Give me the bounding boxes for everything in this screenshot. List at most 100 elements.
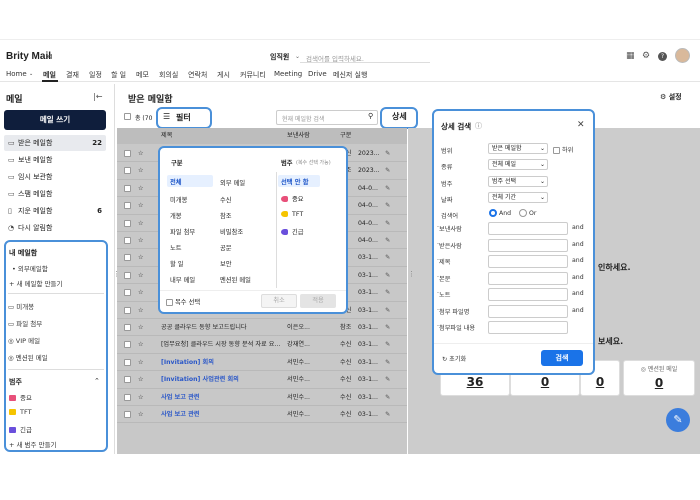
and-radio[interactable]: And bbox=[489, 209, 511, 217]
row-checkbox[interactable] bbox=[124, 254, 131, 262]
notice-icon[interactable]: ⊲ bbox=[46, 52, 53, 61]
filter-option-received[interactable]: 수신 bbox=[220, 195, 232, 204]
add-mailbox-button[interactable]: + 새 메일함 만들기 bbox=[9, 278, 63, 288]
sidebar-item-attachment[interactable]: ▭ 파일 첨부 bbox=[8, 318, 42, 328]
table-row[interactable]: ☆ 사업 보고 관련 서민수... 수신 03-1... ✎ bbox=[117, 406, 407, 424]
category-item-urgent[interactable]: 긴급 bbox=[9, 424, 32, 434]
nav-calendar[interactable]: 일정 bbox=[89, 70, 102, 80]
category-option-none[interactable]: 선택 안 함 bbox=[278, 175, 320, 187]
field-input[interactable] bbox=[488, 238, 568, 252]
nav-memo[interactable]: 메모 bbox=[136, 70, 149, 80]
add-category-button[interactable]: + 새 범주 만들기 bbox=[9, 439, 57, 449]
star-icon[interactable]: ☆ bbox=[138, 197, 144, 214]
field-input[interactable] bbox=[488, 271, 568, 285]
nav-home[interactable]: Home bbox=[6, 70, 27, 78]
nav-mail[interactable]: 메일 bbox=[43, 70, 56, 80]
star-icon[interactable]: ☆ bbox=[138, 336, 144, 353]
star-icon[interactable]: ☆ bbox=[138, 180, 144, 197]
pin-icon[interactable]: ✎ bbox=[385, 180, 390, 197]
star-icon[interactable]: ☆ bbox=[138, 284, 144, 301]
star-icon[interactable]: ☆ bbox=[138, 232, 144, 249]
gear-icon[interactable]: ⚙ bbox=[642, 51, 650, 61]
table-row[interactable]: ☆ 사업 보고 관련 서민수... 수신 03-1... ✎ bbox=[117, 388, 407, 406]
star-icon[interactable]: ☆ bbox=[138, 389, 144, 406]
or-radio[interactable]: Or bbox=[519, 209, 536, 217]
pin-icon[interactable]: ✎ bbox=[385, 249, 390, 266]
chevron-up-icon[interactable]: ⌃ bbox=[94, 377, 100, 385]
kind-select[interactable]: 전체 메일 bbox=[488, 159, 548, 170]
row-checkbox[interactable] bbox=[124, 358, 131, 366]
nav-todo[interactable]: 할 일 bbox=[111, 70, 126, 80]
category-option-urgent[interactable]: 긴급 bbox=[281, 227, 304, 236]
star-icon[interactable]: ☆ bbox=[138, 319, 144, 336]
sidebar-item-sent[interactable]: ▭ 보낸 메일함 bbox=[4, 152, 106, 168]
pin-icon[interactable]: ✎ bbox=[385, 336, 390, 353]
table-row[interactable]: ☆ 공공 클라우드 동향 보고드립니다 이은오... 참조 03-1... ✎ bbox=[117, 319, 407, 337]
compose-button[interactable]: 메일 쓰기 bbox=[4, 110, 106, 130]
pin-icon[interactable]: ✎ bbox=[385, 389, 390, 406]
row-checkbox[interactable] bbox=[124, 411, 131, 418]
row-checkbox[interactable] bbox=[124, 237, 131, 244]
category-item-important[interactable]: 중요 bbox=[9, 392, 32, 402]
reset-button[interactable]: ↻ 초기화 bbox=[442, 354, 466, 363]
pin-icon[interactable]: ✎ bbox=[385, 145, 390, 162]
nav-meeting[interactable]: Meeting bbox=[274, 70, 302, 78]
select-all-checkbox[interactable] bbox=[124, 113, 131, 122]
sidebar-item-unread[interactable]: ▭ 미개봉 bbox=[8, 301, 34, 311]
field-input[interactable] bbox=[488, 321, 568, 334]
sidebar-item-spam[interactable]: ▭ 스팸 메일함 bbox=[4, 186, 106, 202]
stat-card[interactable]: ◎ 멘션된 메일 0 bbox=[623, 360, 695, 396]
filter-option-internal[interactable]: 내부 메일 bbox=[170, 275, 195, 284]
search-scope-select[interactable]: 임직원 bbox=[270, 52, 289, 62]
row-checkbox[interactable] bbox=[124, 271, 131, 279]
filter-option-secure[interactable]: 보안 bbox=[220, 259, 232, 268]
star-icon[interactable]: ☆ bbox=[138, 406, 144, 423]
table-row[interactable]: ☆ [Invitation] 사업관련 회의 서민수... 수신 03-1... ✎ bbox=[117, 371, 407, 389]
star-icon[interactable]: ☆ bbox=[138, 162, 144, 179]
nav-board[interactable]: 게시 bbox=[217, 70, 230, 80]
category-option-tft[interactable]: TFT bbox=[281, 211, 303, 218]
mailbox-search-input[interactable]: 현재 메일함 검색 bbox=[276, 110, 378, 125]
sidebar-item-reminder[interactable]: ◔ 다시 알림함 bbox=[4, 220, 106, 236]
collapse-sidebar-icon[interactable]: |← bbox=[93, 92, 102, 101]
table-row[interactable]: ☆ [업무요청] 클라우드 시장 동향 분석 자료 요... 강재연... 수신 03-… bbox=[117, 336, 407, 354]
filter-option-external[interactable]: 외부 메일 bbox=[220, 178, 245, 187]
row-checkbox[interactable] bbox=[124, 289, 131, 297]
row-checkbox[interactable] bbox=[124, 376, 131, 384]
settings-button[interactable]: ⚙ 설정 bbox=[660, 92, 682, 102]
nav-contacts[interactable]: 연락처 bbox=[188, 70, 207, 80]
pin-icon[interactable]: ✎ bbox=[385, 267, 390, 284]
row-checkbox[interactable] bbox=[124, 184, 131, 192]
nav-messenger[interactable]: 메신저 실행 bbox=[333, 70, 367, 80]
filter-apply-button[interactable]: 적용 bbox=[300, 294, 336, 308]
pin-icon[interactable]: ✎ bbox=[385, 302, 390, 319]
star-icon[interactable]: ☆ bbox=[138, 371, 144, 388]
pin-icon[interactable]: ✎ bbox=[385, 371, 390, 388]
quick-compose-button[interactable]: ✎ bbox=[666, 408, 690, 432]
avatar[interactable] bbox=[675, 48, 690, 63]
table-row[interactable]: ☆ [Invitation] 회의 서민수... 수신 03-1... ✎ bbox=[117, 353, 407, 372]
filter-option-attachment[interactable]: 파일 첨부 bbox=[170, 227, 195, 236]
filter-option-bcc[interactable]: 비밀참조 bbox=[220, 227, 243, 236]
multi-select-checkbox[interactable]: 복수 선택 bbox=[166, 297, 200, 306]
resize-handle[interactable]: ⋮ bbox=[113, 270, 120, 278]
pin-icon[interactable]: ✎ bbox=[385, 197, 390, 214]
filter-cancel-button[interactable]: 취소 bbox=[261, 294, 297, 308]
filter-option-official[interactable]: 공문 bbox=[220, 243, 232, 252]
pin-icon[interactable]: ✎ bbox=[385, 284, 390, 301]
field-input[interactable] bbox=[488, 304, 568, 318]
filter-option-unread[interactable]: 미개봉 bbox=[170, 195, 187, 204]
sidebar-item-trash[interactable]: ▯ 지운 메일함 6 bbox=[4, 203, 106, 219]
row-checkbox[interactable] bbox=[124, 202, 131, 210]
star-icon[interactable]: ☆ bbox=[138, 354, 144, 371]
scope-select[interactable]: 받은 메일함 bbox=[488, 143, 548, 154]
filter-option-note[interactable]: 노트 bbox=[170, 243, 182, 252]
sidebar-item-mention[interactable]: ◎ 멘션된 메일 bbox=[8, 352, 48, 362]
category-option-important[interactable]: 중요 bbox=[281, 194, 304, 203]
nav-community[interactable]: 커뮤니티 bbox=[240, 70, 266, 80]
star-icon[interactable]: ☆ bbox=[138, 145, 144, 162]
app-logo[interactable]: Brity Mail bbox=[6, 51, 51, 62]
col-sender[interactable]: 보낸사람 bbox=[287, 128, 310, 144]
date-select[interactable]: 전체 기간 bbox=[488, 192, 548, 203]
row-checkbox[interactable] bbox=[124, 167, 131, 175]
